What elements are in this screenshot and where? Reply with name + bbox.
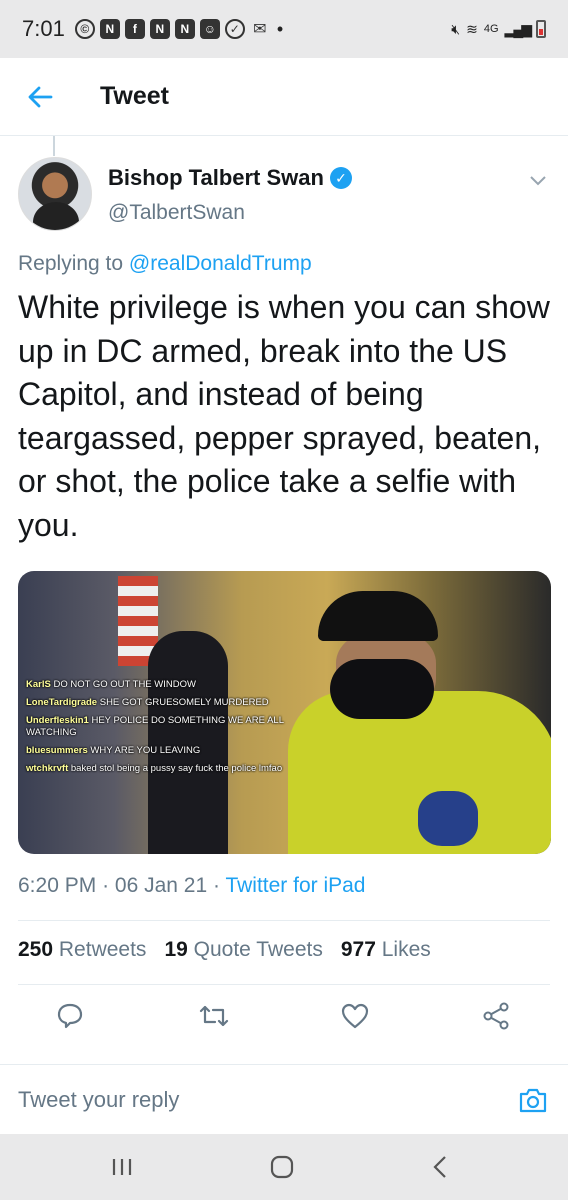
livestream-chat: KarlS DO NOT GO OUT THE WINDOW LoneTardi…: [26, 679, 286, 781]
wifi-icon: ≋: [466, 20, 478, 37]
separator: ·: [212, 874, 226, 897]
status-time: 7:01: [22, 16, 65, 41]
share-icon: [483, 1002, 509, 1030]
home-icon: [270, 1155, 294, 1179]
replying-prefix: Replying to: [18, 252, 124, 275]
mute-icon: 🔇︎: [451, 20, 461, 37]
share-button[interactable]: [476, 996, 516, 1036]
chat-line: bluesummers WHY ARE YOU LEAVING: [26, 745, 201, 756]
likes-stat[interactable]: 977 Likes: [341, 938, 431, 962]
tweet-actions: [0, 996, 568, 1036]
thread-line: [53, 136, 55, 156]
separator: ·: [102, 874, 115, 897]
camera-icon: [519, 1088, 547, 1113]
reply-button[interactable]: [50, 996, 90, 1036]
chat-line: wtchkrvft baked stol being a pussy say f…: [26, 763, 283, 774]
system-nav-bar: [0, 1134, 568, 1200]
signal-icon: ▂▄▆: [504, 20, 532, 37]
app-icon: N: [99, 19, 120, 39]
home-button[interactable]: [262, 1152, 302, 1182]
camera-button[interactable]: [518, 1085, 548, 1115]
battery-icon: [536, 20, 546, 38]
app-icon: N: [174, 19, 195, 39]
reply-input[interactable]: Tweet your reply: [18, 1087, 478, 1113]
network-type: 4G: [483, 23, 499, 35]
app-icon: N: [149, 19, 170, 39]
more-dot-icon: •: [276, 18, 284, 39]
tweet-meta: 6:20 PM · 06 Jan 21 · Twitter for iPad: [18, 874, 366, 898]
back-nav-button[interactable]: [420, 1152, 460, 1182]
reply-bar: Tweet your reply: [0, 1064, 568, 1134]
page-title: Tweet: [100, 82, 169, 110]
chat-line: Underfleskin1 HEY POLICE DO SOMETHING WE…: [26, 715, 284, 738]
mail-icon: ✉: [253, 21, 267, 38]
chevron-down-icon: [530, 176, 546, 186]
tweet-author: Bishop Talbert Swan ✓ @TalbertSwan: [18, 157, 550, 237]
divider: [18, 920, 550, 921]
divider: [18, 984, 550, 985]
retweet-button[interactable]: [194, 996, 234, 1036]
author-name-row[interactable]: Bishop Talbert Swan ✓: [108, 165, 352, 191]
chat-line: KarlS DO NOT GO OUT THE WINDOW: [26, 679, 196, 690]
chat-line: LoneTardigrade SHE GOT GRUESOMELY MURDER…: [26, 697, 269, 708]
check-icon: ✓: [224, 19, 245, 39]
author-handle[interactable]: @TalbertSwan: [108, 201, 245, 225]
back-button[interactable]: [20, 77, 60, 117]
wifi-calling-icon: ©: [74, 19, 95, 39]
recent-apps-button[interactable]: [102, 1152, 142, 1182]
facebook-icon: f: [124, 19, 145, 39]
replying-to: Replying to @realDonaldTrump: [18, 252, 312, 276]
tweet-text: White privilege is when you can show up …: [18, 289, 550, 543]
tweet-source[interactable]: Twitter for iPad: [225, 874, 365, 897]
tweet-media[interactable]: KarlS DO NOT GO OUT THE WINDOW LoneTardi…: [18, 571, 551, 854]
retweets-stat[interactable]: 250 Retweets: [18, 938, 146, 962]
verified-badge-icon: ✓: [329, 167, 352, 189]
police-badge-figure: [418, 791, 478, 846]
mention-link[interactable]: @realDonaldTrump: [129, 252, 312, 275]
app-icon: ☺: [199, 19, 220, 39]
tweet-date: 06 Jan 21: [114, 874, 208, 897]
recent-apps-icon: [112, 1159, 132, 1175]
reply-icon: [57, 1003, 83, 1029]
tweet-menu-button[interactable]: [526, 169, 550, 193]
notification-icons: © N f N N ☺ ✓ ✉ •: [74, 18, 284, 40]
avatar[interactable]: [18, 157, 92, 231]
author-name: Bishop Talbert Swan: [108, 165, 324, 190]
like-button[interactable]: [335, 996, 375, 1036]
heart-icon: [341, 1003, 369, 1029]
quote-tweets-stat[interactable]: 19 Quote Tweets: [164, 938, 322, 962]
status-bar: 7:01 © N f N N ☺ ✓ ✉ • 🔇︎ ≋ 4G ▂▄▆: [0, 0, 568, 58]
tweet-time: 6:20 PM: [18, 874, 97, 897]
retweet-icon: [199, 1005, 229, 1027]
back-arrow-icon: [28, 86, 53, 107]
mask-figure: [330, 659, 434, 719]
top-bar: Tweet: [0, 58, 568, 136]
tweet-stats: 250 Retweets 19 Quote Tweets 977 Likes: [18, 938, 431, 962]
back-chevron-icon: [433, 1156, 446, 1178]
cap-figure: [318, 591, 438, 641]
system-icons: 🔇︎ ≋ 4G ▂▄▆: [451, 20, 546, 38]
